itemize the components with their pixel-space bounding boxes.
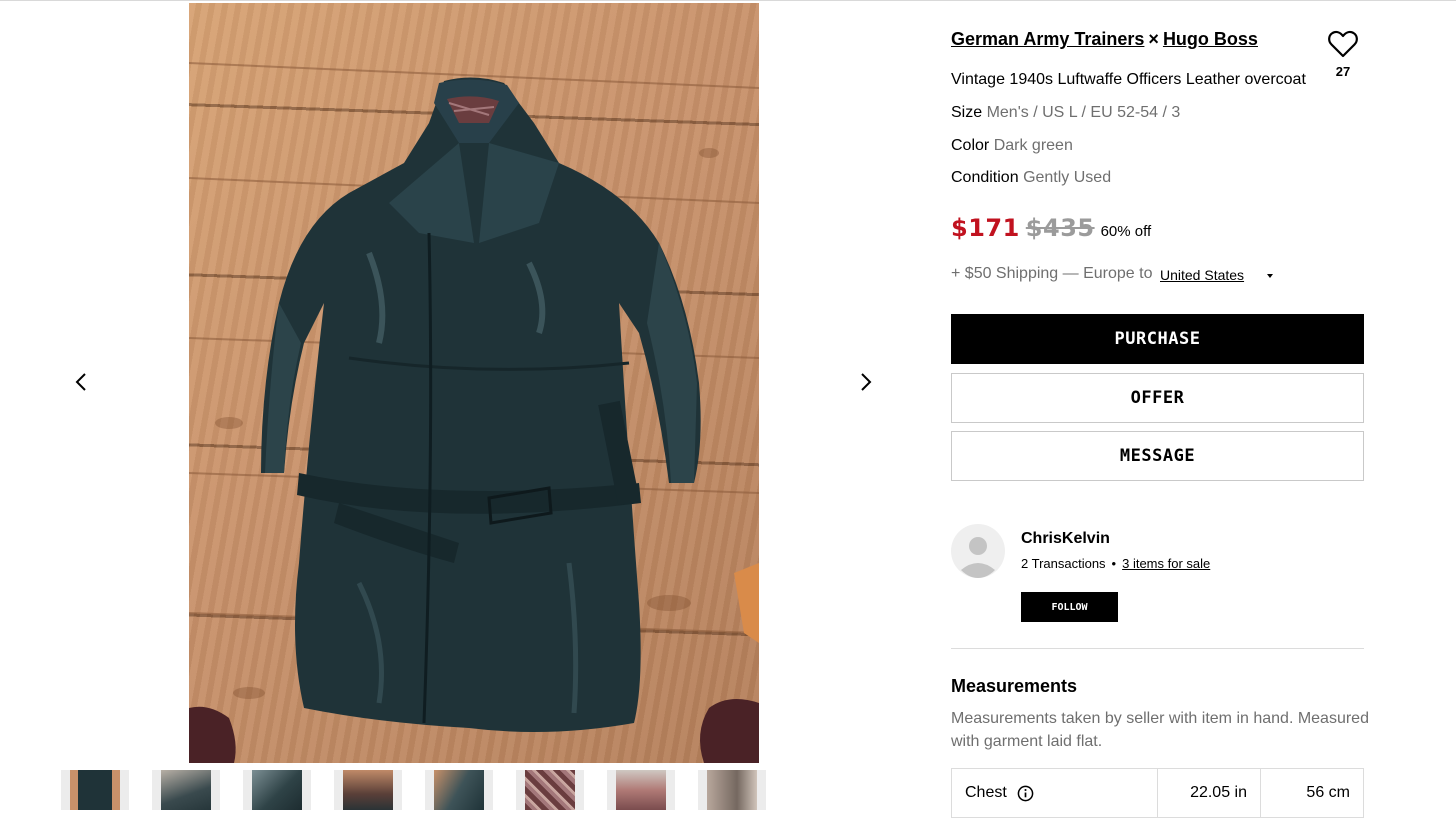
designer-links: German Army Trainers × Hugo Boss	[951, 29, 1258, 50]
seller-meta: 2 Transactions • 3 items for sale	[1021, 556, 1210, 571]
thumbnail-5[interactable]	[425, 770, 493, 810]
purchase-button[interactable]: PURCHASE	[951, 314, 1364, 364]
seller-name[interactable]: ChrisKelvin	[1021, 530, 1110, 548]
measurements-heading: Measurements	[951, 676, 1078, 696]
measurements-table: Chest 22.05 in 56 cm	[951, 768, 1364, 818]
thumbnail-8[interactable]	[698, 770, 766, 810]
seller-avatar[interactable]	[951, 524, 1005, 578]
color-label: Color	[951, 137, 990, 154]
designer-separator: ×	[1148, 29, 1159, 49]
thumbnail-6[interactable]	[516, 770, 584, 810]
chevron-left-icon[interactable]	[70, 370, 94, 394]
thumbnail-4[interactable]	[334, 770, 402, 810]
chevron-right-icon[interactable]	[853, 370, 877, 394]
thumbnail-3[interactable]	[243, 770, 311, 810]
measurements-description: Measurements taken by seller with item i…	[951, 710, 1369, 750]
condition-row: Condition Gently Used	[951, 169, 1111, 187]
color-row: Color Dark green	[951, 137, 1073, 155]
follow-button[interactable]: FOLLOW	[1021, 592, 1118, 622]
like-count: 27	[1335, 64, 1351, 79]
meta-separator: •	[1111, 556, 1117, 571]
message-button[interactable]: MESSAGE	[951, 431, 1364, 481]
designer-link-hugo-boss[interactable]: Hugo Boss	[1163, 29, 1258, 49]
current-price: $171	[951, 214, 1020, 242]
listing-title: Vintage 1940s Luftwaffe Officers Leather…	[951, 71, 1306, 88]
size-value: Men's / US L / EU 52-54 / 3	[986, 104, 1181, 121]
thumbnail-7[interactable]	[607, 770, 675, 810]
color-value: Dark green	[993, 137, 1073, 154]
product-main-image[interactable]	[189, 3, 759, 763]
shipping-info: + $50 Shipping — Europe to	[951, 265, 1153, 282]
section-divider	[951, 648, 1364, 649]
thumbnail-2[interactable]	[152, 770, 220, 810]
seller-items-link[interactable]: 3 items for sale	[1122, 556, 1210, 571]
size-label: Size	[951, 104, 983, 121]
measurement-label: Chest	[965, 784, 1007, 801]
offer-button[interactable]: OFFER	[951, 373, 1364, 423]
info-icon[interactable]	[1017, 785, 1034, 802]
shipping-country-select[interactable]: United States	[1160, 267, 1244, 283]
coat-illustration	[189, 62, 759, 763]
designer-link-german-army-trainers[interactable]: German Army Trainers	[951, 29, 1144, 49]
original-price: $435	[1025, 214, 1095, 242]
caret-down-icon[interactable]	[1264, 271, 1276, 281]
thumbnail-1[interactable]	[61, 770, 129, 810]
seller-transactions: 2 Transactions	[1021, 556, 1106, 571]
top-border	[0, 0, 1456, 1]
condition-label: Condition	[951, 169, 1019, 186]
discount-badge: 60% off	[1100, 223, 1152, 240]
price-row: $171 $435 60% off	[951, 214, 1151, 242]
condition-value: Gently Used	[1023, 169, 1112, 186]
size-row: Size Men's / US L / EU 52-54 / 3	[951, 104, 1180, 122]
heart-icon[interactable]	[1327, 29, 1359, 59]
